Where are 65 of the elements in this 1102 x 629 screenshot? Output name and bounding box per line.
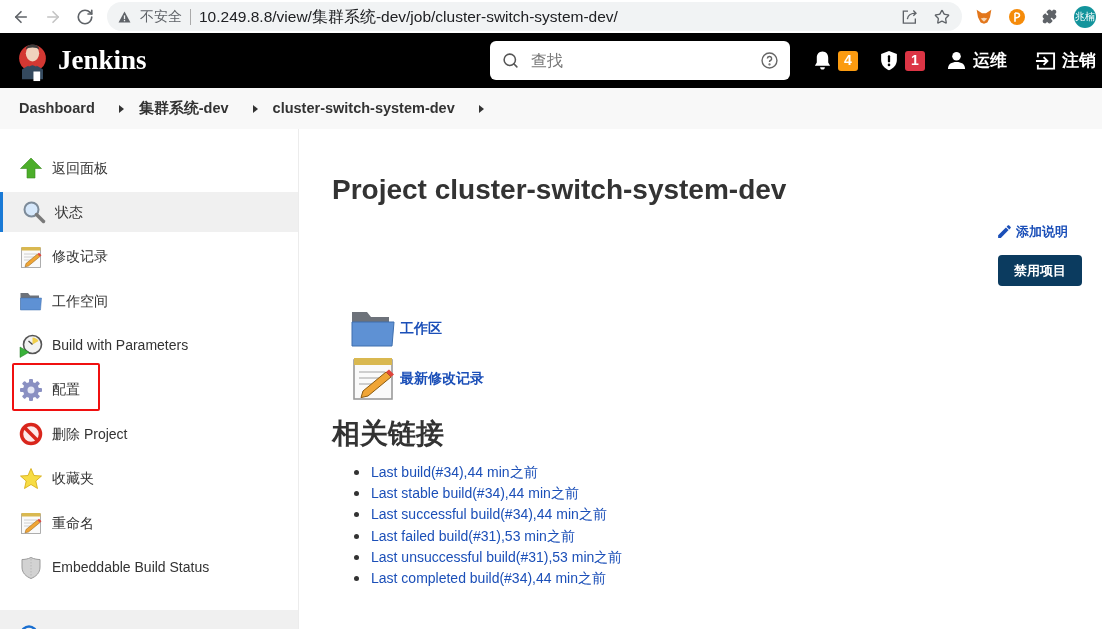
url-text[interactable]: 10.249.8.8/view/集群系统-dev/job/cluster-switch-system-dev/ — [199, 4, 618, 29]
sidebar-item[interactable]: 工作空间 — [0, 281, 298, 322]
bookmark-star-icon[interactable] — [934, 8, 950, 25]
breadcrumb-link[interactable]: Dashboard — [19, 97, 95, 120]
up-arrow-icon — [19, 156, 43, 180]
search-icon — [502, 52, 519, 69]
task-link[interactable]: 工作区 — [349, 304, 1082, 352]
caret-icon[interactable] — [478, 104, 484, 113]
security-label: 不安全 — [140, 7, 182, 26]
sidebar-item[interactable]: 重命名 — [0, 503, 298, 544]
shield-icon — [19, 555, 43, 580]
bullet-icon — [354, 533, 359, 539]
security-badge[interactable]: 1 — [905, 50, 925, 71]
notepad-icon — [19, 244, 43, 269]
build-link[interactable]: Last build(#34),44 min之前 — [371, 462, 538, 484]
build-link[interactable]: Last successful build(#34),44 min之前 — [371, 504, 607, 526]
gear-icon — [19, 377, 43, 402]
sidebar-item[interactable]: 收藏夹 — [0, 458, 298, 499]
sidebar-item[interactable]: 配置 — [0, 369, 298, 410]
help-icon[interactable] — [761, 52, 778, 69]
logo-text[interactable]: Jenkins — [58, 47, 147, 74]
logout-icon — [1035, 50, 1056, 71]
build-link[interactable]: Last failed build(#31),53 min之前 — [371, 525, 575, 547]
user-link[interactable]: 运维 — [947, 47, 1007, 74]
star-icon — [19, 466, 43, 491]
fox-icon[interactable] — [976, 9, 992, 24]
bullet-icon — [354, 470, 359, 476]
reload-icon[interactable] — [76, 7, 94, 26]
clock-play-icon — [19, 333, 43, 358]
disable-project-button[interactable]: 禁用项目 — [998, 255, 1082, 286]
share-icon[interactable] — [902, 9, 918, 24]
logout-link[interactable]: 注销 — [1035, 47, 1096, 74]
address-bar[interactable]: 不安全 10.249.8.8/view/集群系统-dev/job/cluster-switch-system-dev/ — [107, 2, 962, 31]
caret-icon[interactable] — [118, 104, 124, 113]
bullet-icon — [354, 554, 359, 560]
section-heading: 相关链接 — [332, 417, 445, 451]
bell-icon[interactable] — [813, 50, 832, 71]
search-field[interactable]: 查找 — [490, 41, 790, 80]
puzzle-icon[interactable] — [1042, 9, 1057, 24]
bullet-icon — [354, 512, 359, 518]
breadcrumb-link[interactable]: 集群系统-dev — [138, 97, 229, 120]
caret-icon[interactable] — [252, 104, 258, 113]
sidebar-item[interactable]: 状态 — [0, 192, 298, 233]
page-title: Project cluster-switch-system-dev — [332, 173, 788, 207]
sidebar-item[interactable]: Build with Parameters — [0, 325, 298, 366]
shield-alert-icon[interactable] — [880, 50, 898, 71]
build-link[interactable]: Last stable build(#34),44 min之前 — [371, 483, 579, 505]
build-link[interactable]: Last unsuccessful build(#31),53 min之前 — [371, 546, 623, 568]
notepad-icon — [19, 511, 43, 536]
sidebar-item[interactable]: 修改记录 — [0, 236, 298, 277]
bullet-icon — [354, 491, 359, 497]
warning-icon[interactable] — [118, 10, 131, 23]
pencil-icon — [996, 223, 1013, 240]
magnifier-icon — [22, 200, 46, 225]
sidebar-item[interactable]: 删除 Project — [0, 414, 298, 455]
build-link[interactable]: Last completed build(#34),44 min之前 — [371, 568, 606, 590]
no-entry-icon — [19, 422, 43, 447]
task-link[interactable]: 最新修改记录 — [349, 354, 1082, 402]
sidebar-item[interactable]: 返回面板 — [0, 148, 298, 188]
sidebar-item[interactable]: Embeddable Build Status — [0, 547, 298, 588]
bullet-icon — [354, 576, 359, 582]
user-icon — [947, 51, 966, 70]
breadcrumb-link[interactable]: cluster-switch-system-dev — [272, 97, 455, 120]
add-description-link[interactable]: 添加说明 — [996, 223, 1068, 240]
profile-avatar[interactable]: 兆楠 — [1074, 5, 1096, 28]
